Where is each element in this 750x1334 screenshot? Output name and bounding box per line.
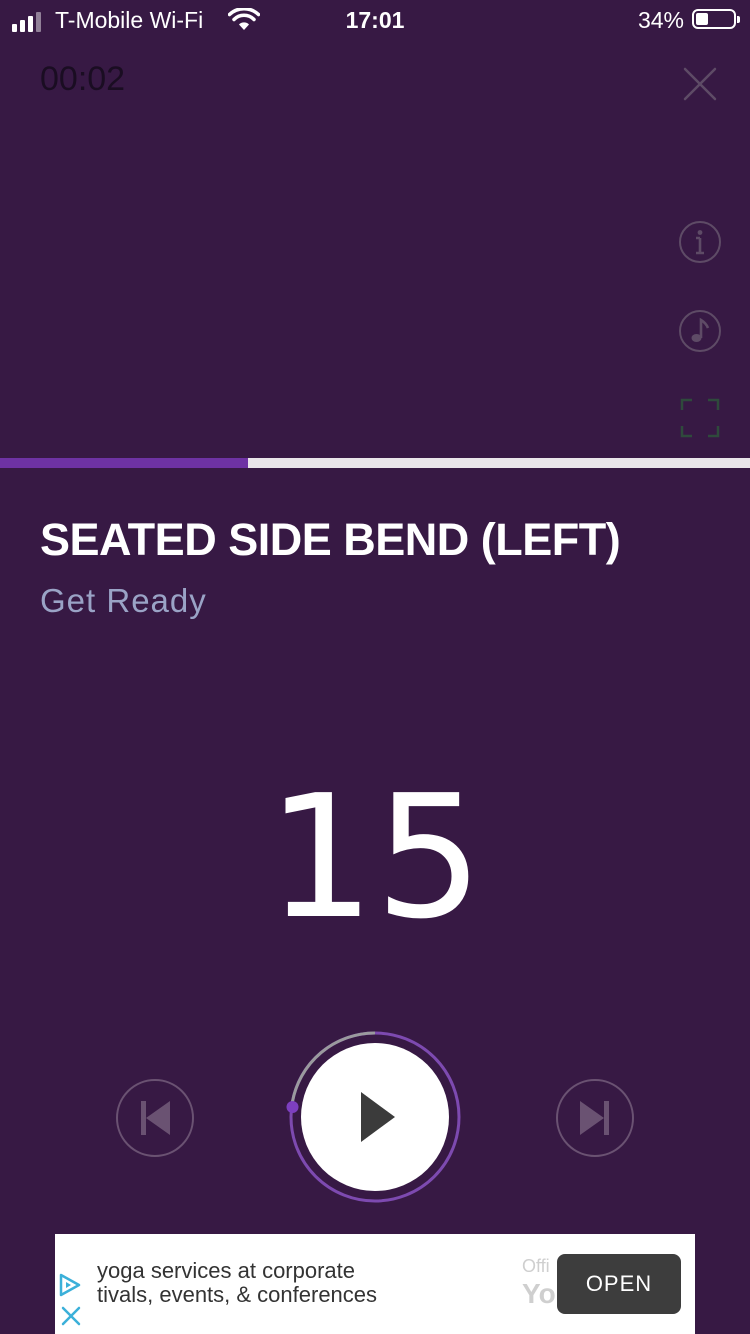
elapsed-timer: 00:02	[40, 60, 126, 98]
exercise-title: SEATED SIDE BEND (LEFT)	[40, 514, 621, 565]
play-button[interactable]	[286, 1028, 464, 1206]
countdown-number: 15	[266, 759, 484, 957]
ad-close-icon[interactable]	[59, 1304, 83, 1328]
skip-next-icon	[580, 1101, 609, 1135]
status-bar: T-Mobile Wi-Fi 17:01 34%	[0, 0, 750, 40]
ad-faint-text1: Offi	[522, 1256, 550, 1276]
ad-text-line1: yoga services at corporate	[97, 1258, 356, 1283]
skip-next-button[interactable]	[555, 1078, 635, 1158]
skip-previous-icon	[141, 1101, 170, 1135]
fullscreen-icon[interactable]	[678, 396, 722, 440]
info-icon[interactable]	[678, 220, 722, 264]
battery-percent: 34%	[637, 7, 684, 33]
music-note-icon[interactable]	[678, 309, 722, 353]
ad-banner[interactable]: yoga services at corporate tivals, event…	[55, 1234, 695, 1334]
battery-icon	[692, 9, 740, 29]
ad-text-line2: tivals, events, & conferences	[97, 1282, 378, 1307]
workout-progress-bar	[0, 458, 750, 468]
skip-previous-button[interactable]	[115, 1078, 195, 1158]
exercise-status: Get Ready	[40, 582, 207, 619]
adchoices-icon[interactable]	[57, 1272, 83, 1298]
ad-faint-text2: Yo	[522, 1278, 556, 1309]
close-icon[interactable]	[680, 64, 720, 104]
workout-progress-fill	[0, 458, 248, 468]
ad-open-button[interactable]: OPEN	[557, 1254, 681, 1314]
